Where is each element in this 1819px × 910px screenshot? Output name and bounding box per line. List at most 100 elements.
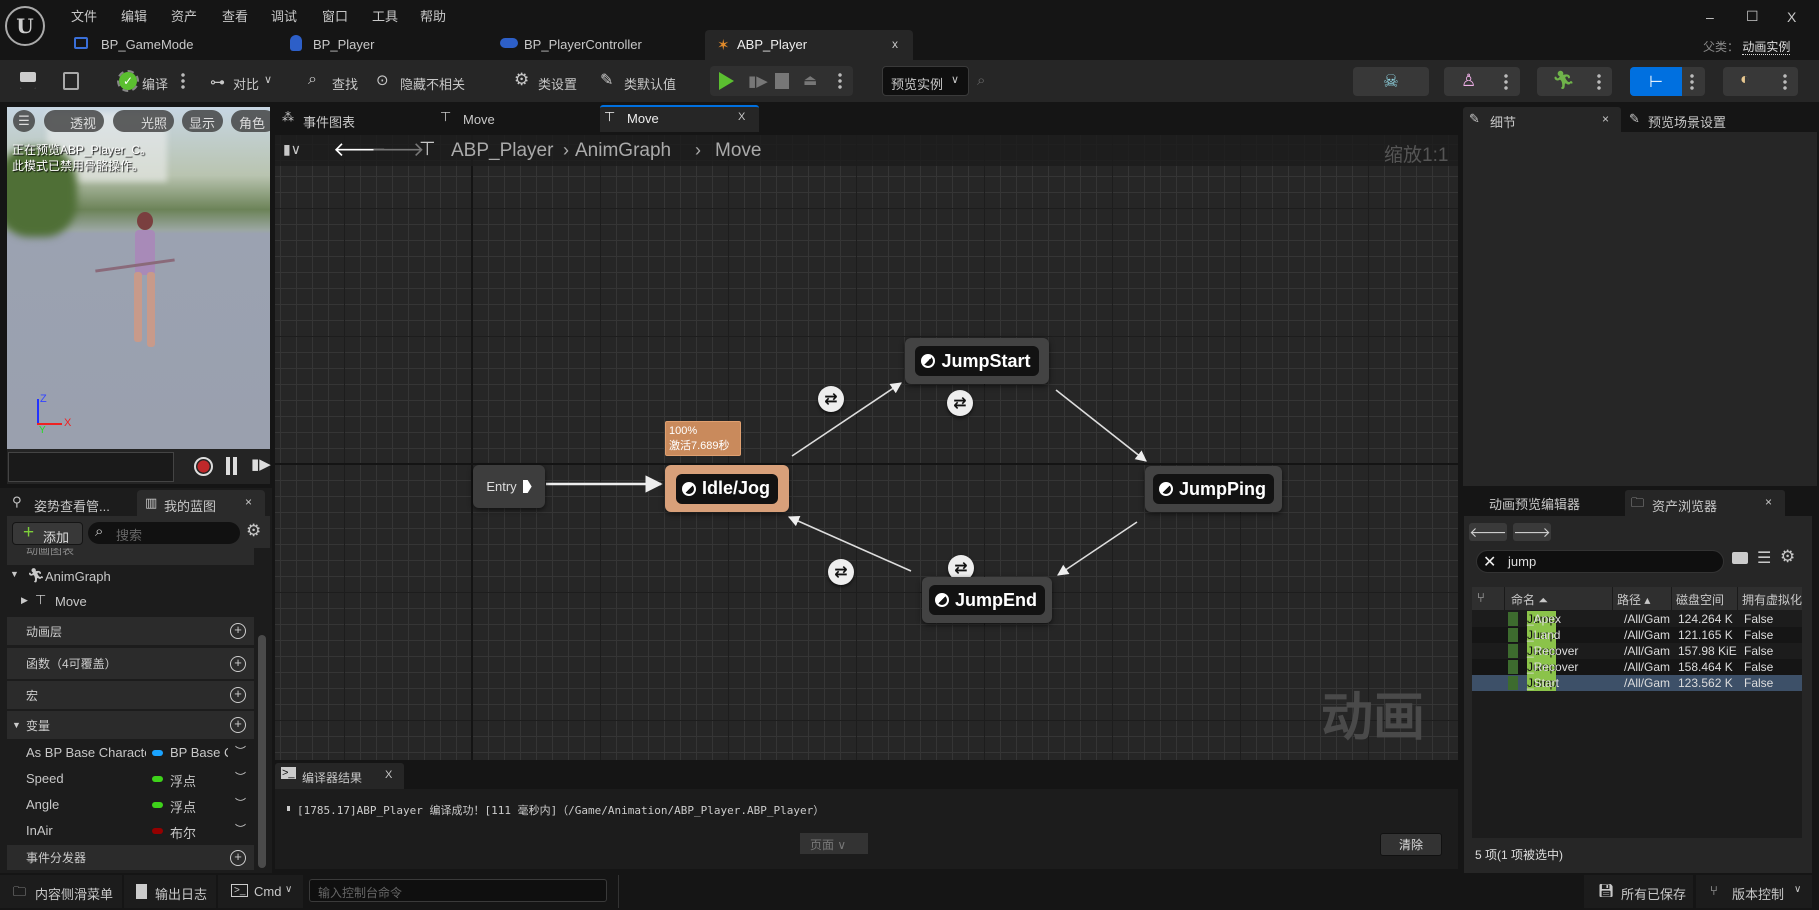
add-icon[interactable]: + (230, 655, 246, 672)
clear-button[interactable]: 清除 (1380, 833, 1442, 856)
asset-search-input[interactable]: ✕ jump (1476, 550, 1724, 573)
variable-row[interactable]: As BP Base Characte BP Base C ︶ (0, 743, 256, 763)
unreal-logo-icon[interactable]: U (5, 6, 45, 46)
menu-view[interactable]: 查看 (222, 6, 248, 25)
state-node-jumpping[interactable]: JumpPing (1145, 466, 1282, 512)
lighting-button[interactable]: 光照 (113, 110, 174, 132)
source-control-column-icon[interactable]: ⑂ (1477, 590, 1485, 605)
section-anim-layers[interactable]: 动画层 + (7, 617, 254, 645)
section-variables[interactable]: ▼ 变量 + (7, 711, 254, 739)
entry-node[interactable]: Entry (473, 465, 545, 508)
physics-options-icon[interactable] (1783, 73, 1787, 91)
parent-class-link[interactable]: 动画实例 (1742, 40, 1791, 55)
add-icon[interactable]: + (230, 717, 246, 733)
pause-icon[interactable] (226, 457, 237, 475)
menu-edit[interactable]: 编辑 (121, 6, 147, 25)
state-node-jumpend[interactable]: JumpEnd (922, 577, 1052, 623)
visibility-eye-icon[interactable]: ︶ (235, 795, 246, 811)
tab-my-blueprint[interactable]: ▥ 我的蓝图 × (137, 490, 265, 516)
mesh-options-icon[interactable] (1504, 73, 1508, 91)
asset-row[interactable]: Jump _Apex/All/Gam 124.264 K False (1472, 611, 1802, 627)
animation-mode-button[interactable]: 🏃︎ (1537, 67, 1612, 96)
page-dropdown[interactable]: 页面 ∨ (800, 833, 868, 854)
asset-row[interactable]: Jump _Recover/All/Gam 158.464 K False (1472, 659, 1802, 675)
play-options-icon[interactable] (838, 72, 842, 90)
record-icon[interactable] (194, 457, 213, 476)
minimize-button[interactable]: – (1706, 9, 1714, 25)
compile-options-icon[interactable] (181, 72, 185, 90)
close-tab-icon[interactable]: × (1602, 112, 1609, 126)
all-saved-button[interactable]: 💾︎ 所有已保存 (1584, 875, 1693, 908)
menu-window[interactable]: 窗口 (322, 6, 348, 25)
column-virtualized[interactable]: 拥有虚拟化 (1737, 587, 1802, 610)
menu-file[interactable]: 文件 (71, 6, 97, 25)
state-node-idle-jog[interactable]: Idle/Jog (665, 465, 789, 512)
tab-asset-browser[interactable]: 🗀 资产浏览器 × (1625, 490, 1785, 516)
section-functions[interactable]: 函数（4可覆盖） + (7, 648, 254, 679)
clear-search-icon[interactable]: ✕ (1483, 552, 1496, 572)
show-button[interactable]: 显示 (182, 110, 223, 132)
entry-pin-icon[interactable] (522, 480, 532, 493)
compile-button[interactable]: ✓ 编译 (117, 66, 177, 96)
close-tab-icon[interactable]: x (892, 37, 898, 51)
graph-canvas[interactable]: ▮∨ 🡐 🡒 ⊤ ABP_Player › AnimGraph › Move 缩… (275, 135, 1458, 760)
visibility-eye-icon[interactable]: ︶ (235, 743, 246, 759)
visibility-eye-icon[interactable]: ︶ (235, 769, 246, 785)
close-tab-icon[interactable]: X (738, 111, 745, 123)
forward-button[interactable]: 🡒 (1513, 523, 1551, 541)
source-control-button[interactable]: ⑂ 版本控制 ∨ (1696, 875, 1812, 908)
section-event-dispatchers[interactable]: 事件分发器 + (7, 845, 254, 870)
transition-rule-icon[interactable]: ⇄ (818, 386, 844, 412)
transition-rule-icon[interactable]: ⇄ (828, 559, 854, 585)
maximize-button[interactable]: ☐ (1746, 8, 1759, 25)
folder-icon[interactable] (1732, 552, 1748, 564)
tab-preview-scene-settings[interactable]: ✎ 预览场景设置 (1625, 107, 1775, 132)
preview-viewport[interactable]: ☰ 透视 光照 显示 角色 正在预览ABP_Player_C。 此模式已禁用骨骼… (7, 107, 270, 449)
debug-filter-icon[interactable]: ⌕ (977, 72, 985, 89)
tab-details[interactable]: ✎ 细节 × (1463, 107, 1621, 132)
tab-bp-player[interactable]: BP_Player (285, 33, 485, 59)
filter-icon[interactable]: ☰ (1757, 548, 1771, 568)
close-tab-icon[interactable]: × (1765, 495, 1772, 509)
tab-anim-preview-editor[interactable]: 动画预览编辑器 (1489, 494, 1609, 516)
cmd-dropdown[interactable]: >_ Cmd ∨ (218, 875, 303, 908)
close-tab-icon[interactable]: × (245, 495, 252, 509)
tab-bp-gamemode[interactable]: BP_GameMode (70, 33, 270, 59)
column-name[interactable]: 命名 ⏶ (1504, 587, 1612, 610)
variable-row[interactable]: InAir 布尔 ︶ (0, 821, 256, 841)
menu-asset[interactable]: 资产 (171, 6, 197, 25)
step-forward-icon[interactable]: ▮▶ (251, 455, 271, 473)
column-disk-size[interactable]: 磁盘空间 (1671, 587, 1737, 610)
close-window-button[interactable]: X (1787, 9, 1796, 25)
add-icon[interactable]: + (230, 849, 246, 866)
eject-icon[interactable]: ⏏ (803, 71, 817, 89)
blueprint-search-input[interactable]: ⌕ 搜索 (88, 522, 240, 544)
asset-row[interactable]: Jump _Recover/All/Gam 157.98 KiE False (1472, 643, 1802, 659)
play-icon[interactable] (719, 72, 734, 90)
skeleton-mode-button[interactable]: ☠ (1353, 67, 1429, 96)
save-icon[interactable] (20, 72, 36, 89)
tab-bp-playercontroller[interactable]: BP_PlayerController (497, 33, 697, 59)
add-button[interactable]: + 添加 (12, 522, 83, 545)
physics-mode-button[interactable]: ◐ (1723, 67, 1798, 96)
output-log-button[interactable]: 输出日志 (124, 875, 216, 908)
step-icon[interactable]: ▮▶ (748, 72, 768, 90)
menu-help[interactable]: 帮助 (420, 6, 446, 25)
variable-row[interactable]: Angle 浮点 ︶ (0, 795, 256, 815)
perspective-button[interactable]: 透视 (44, 110, 104, 132)
menu-debug[interactable]: 调试 (271, 6, 297, 25)
tab-move-active[interactable]: ⊤ Move X (600, 105, 759, 132)
asset-row[interactable]: Jump _Land/All/Gam 121.165 K False (1472, 627, 1802, 643)
tab-compiler-results[interactable]: >_ 编译器结果 X (275, 763, 404, 789)
console-input[interactable]: 输入控制台命令 (309, 879, 607, 902)
column-path[interactable]: 路径 ▴ (1612, 587, 1671, 610)
animation-options-icon[interactable] (1597, 73, 1601, 91)
tab-event-graph[interactable]: ⁂ 事件图表 (278, 107, 431, 132)
tab-pose-watch[interactable]: ⚲ 姿势查看管... (10, 492, 134, 516)
class-defaults-button[interactable]: ✎ 类默认值 (600, 66, 690, 96)
stop-icon[interactable] (775, 73, 789, 89)
settings-gear-icon[interactable]: ⚙ (246, 521, 261, 541)
viewport-menu-button[interactable]: ☰ (13, 110, 35, 132)
section-macros[interactable]: 宏 + (7, 681, 254, 709)
close-tab-icon[interactable]: X (385, 769, 392, 781)
